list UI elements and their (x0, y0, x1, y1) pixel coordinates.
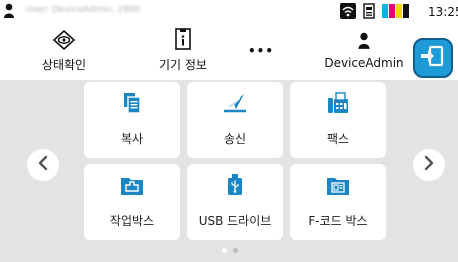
page-dot-active (222, 248, 227, 253)
page-dot (233, 248, 238, 253)
toner-cyan (382, 4, 388, 18)
page-indicator (222, 248, 238, 253)
tile-usb-drive[interactable]: USB 드라이브 (187, 164, 283, 240)
tile-label: USB 드라이브 (198, 214, 272, 228)
user-icon (358, 24, 370, 50)
more-menu-button[interactable]: ••• (246, 24, 276, 80)
chevron-right-icon (422, 155, 436, 175)
tile-label: 팩스 (326, 132, 350, 146)
eye-diamond-icon (53, 24, 75, 50)
usb-drive-icon (226, 174, 244, 196)
logged-in-user-text: User: DeviceAdmin, 2800 (26, 5, 141, 15)
status-check-button[interactable]: 상태확인 (34, 24, 94, 80)
clock: 13:25 (428, 5, 458, 19)
copy-icon (121, 92, 143, 114)
toner-magenta (389, 4, 395, 18)
user-icon (4, 3, 14, 19)
more-dots-icon: ••• (247, 44, 274, 58)
device-info-label: 기기 정보 (159, 58, 207, 72)
main-menu-area: 복사 송신 팩스 작업박스 USB 드라이브 F-코드 박스 (0, 80, 458, 262)
tile-label: 송신 (223, 132, 247, 146)
tile-send[interactable]: 송신 (187, 82, 283, 158)
status-check-label: 상태확인 (41, 58, 87, 72)
logout-icon (421, 44, 445, 72)
tile-label: 작업박스 (109, 214, 155, 228)
info-document-icon (175, 24, 191, 50)
user-account-button[interactable]: DeviceAdmin (320, 24, 408, 80)
fcode-box-icon (326, 174, 350, 196)
toner-level-indicator (382, 4, 410, 18)
user-name-label: DeviceAdmin (324, 56, 404, 70)
next-page-button[interactable] (413, 149, 445, 181)
device-info-button[interactable]: 기기 정보 (150, 24, 216, 80)
toner-black (403, 4, 409, 18)
status-bar: User: DeviceAdmin, 2800 13:25 (0, 0, 458, 24)
tile-fcode-box[interactable]: F-코드 박스 (290, 164, 386, 240)
header: 상태확인 기기 정보 ••• DeviceAdmin (0, 24, 458, 80)
chevron-left-icon (36, 155, 50, 175)
job-box-icon (120, 174, 144, 196)
tile-fax[interactable]: 팩스 (290, 82, 386, 158)
send-icon (222, 92, 248, 114)
toner-yellow (396, 4, 402, 18)
tile-copy[interactable]: 복사 (84, 82, 180, 158)
document-status-icon (363, 3, 375, 19)
tile-label: F-코드 박스 (308, 214, 368, 228)
wifi-icon (340, 3, 356, 19)
previous-page-button[interactable] (27, 149, 59, 181)
tile-label: 복사 (120, 132, 144, 146)
logout-button[interactable] (413, 38, 453, 78)
tile-job-box[interactable]: 작업박스 (84, 164, 180, 240)
fax-icon (326, 92, 350, 114)
